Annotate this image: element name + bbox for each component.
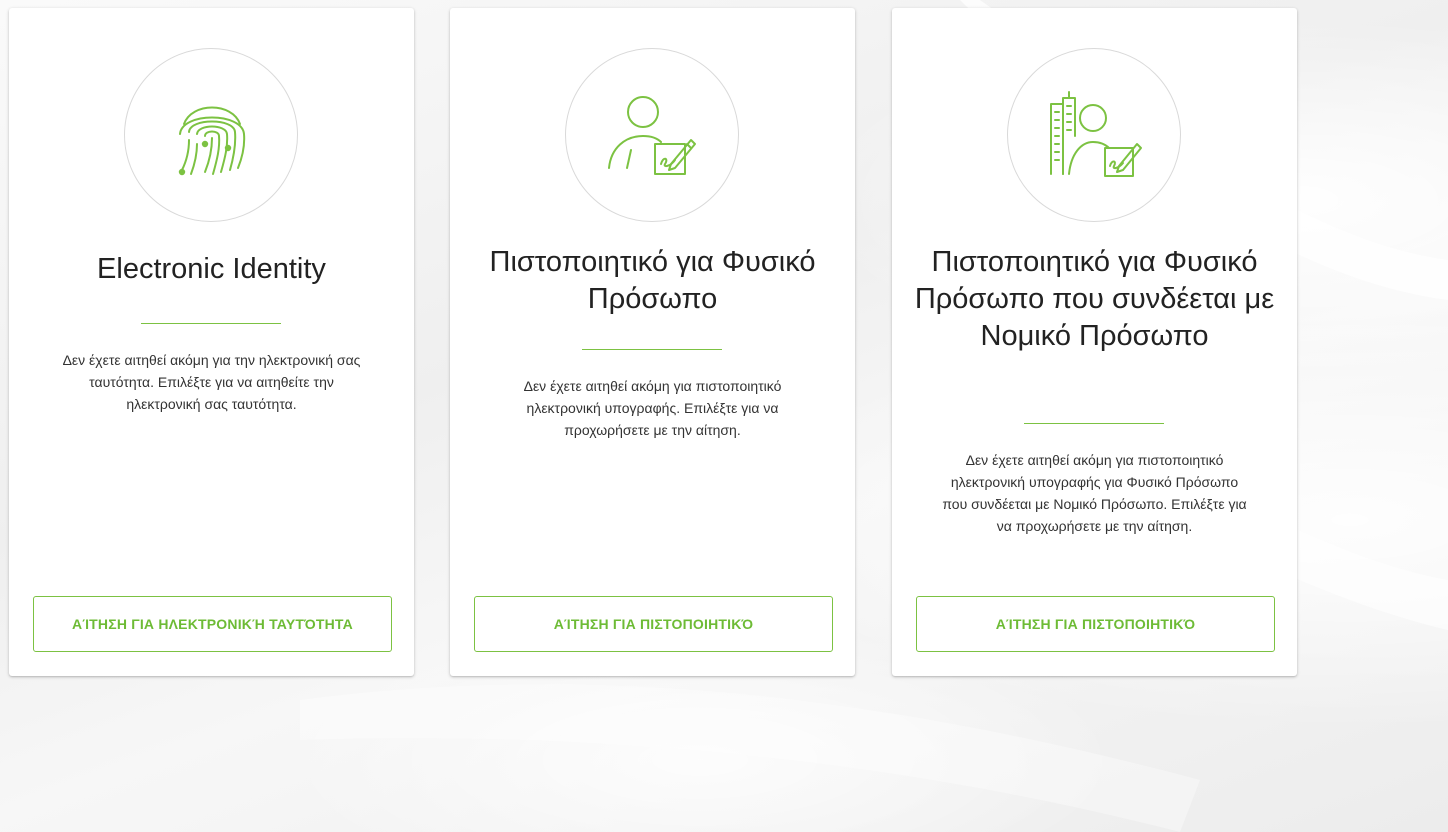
icon-circle <box>124 48 298 222</box>
person-signature-icon <box>608 96 696 175</box>
title-divider <box>141 323 281 324</box>
apply-electronic-identity-button[interactable]: ΑΊΤΗΣΗ ΓΙΑ ΗΛΕΚΤΡΟΝΙΚΉ ΤΑΥΤΌΤΗΤΑ <box>33 596 392 652</box>
title-divider <box>582 349 722 350</box>
card-title: Πιστοποιητικό για Φυσικό Πρόσωπο που συν… <box>914 246 1275 352</box>
apply-certificate-button[interactable]: ΑΊΤΗΣΗ ΓΙΑ ΠΙΣΤΟΠΟΙΗΤΙΚΌ <box>916 596 1275 652</box>
title-divider <box>1024 423 1164 424</box>
card-title: Electronic Identity <box>97 253 326 285</box>
card-description: Δεν έχετε αιτηθεί ακόμη για πιστοποιητικ… <box>942 452 1247 534</box>
icon-circle <box>1007 48 1181 222</box>
apply-certificate-button[interactable]: ΑΊΤΗΣΗ ΓΙΑ ΠΙΣΤΟΠΟΙΗΤΙΚΌ <box>474 596 833 652</box>
building-person-signature-icon <box>1050 91 1142 177</box>
card-natural-person-certificate: Πιστοποιητικό για Φυσικό Πρόσωπο Δεν έχε… <box>450 8 855 676</box>
card-legal-person-certificate: Πιστοποιητικό για Φυσικό Πρόσωπο που συν… <box>892 8 1297 676</box>
card-description: Δεν έχετε αιτηθεί ακόμη για πιστοποιητικ… <box>523 378 782 438</box>
card-description: Δεν έχετε αιτηθεί ακόμη για την ηλεκτρον… <box>62 352 361 412</box>
card-electronic-identity: Electronic Identity Δεν έχετε αιτηθεί ακ… <box>9 8 414 676</box>
icon-circle <box>565 48 739 222</box>
card-title: Πιστοποιητικό για Φυσικό Πρόσωπο <box>489 246 816 315</box>
fingerprint-icon <box>178 106 246 176</box>
